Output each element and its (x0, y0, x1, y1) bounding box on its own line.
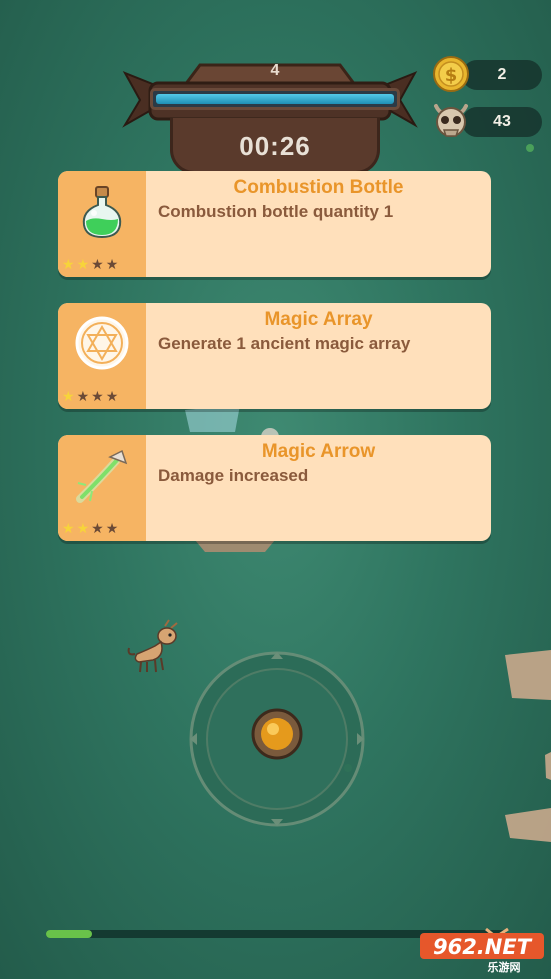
card-description: Damage increased (158, 466, 309, 485)
wave-number: 4 (270, 62, 280, 79)
virtual-joystick[interactable] (188, 650, 366, 828)
rating-stars: ★ ★ ★ ★ (62, 257, 118, 271)
upgrade-card-combustion-bottle[interactable]: ★ ★ ★ ★ Combustion Bottle Combustion bottle… (58, 171, 491, 277)
card-icon-panel: ★ ★ ★ ★ (58, 435, 146, 541)
magic-circle-icon (75, 316, 129, 370)
wave-progress-bar (150, 88, 400, 110)
timer-text: 00:26 (239, 131, 311, 161)
site-watermark: 962.NET 乐游网 (416, 925, 548, 974)
star-filled-icon: ★ (76, 256, 90, 272)
card-title: Magic Arrow (261, 441, 376, 462)
rating-stars: ★ ★ ★ ★ (62, 389, 118, 403)
star-empty-icon: ★ (76, 388, 90, 404)
experience-fill (46, 930, 92, 938)
star-filled-icon: ★ (62, 388, 75, 404)
star-empty-icon: ★ (105, 256, 119, 272)
svg-text:$: $ (445, 65, 458, 86)
potion-bottle-icon (82, 186, 122, 239)
star-empty-icon: ★ (105, 520, 119, 536)
upgrade-card-magic-array[interactable]: ★ ★ ★ ★ Magic Array Generate 1 ancient magi… (58, 303, 491, 409)
kill-counter: 43 (462, 107, 542, 137)
star-filled-icon: ★ (62, 256, 75, 272)
star-empty-icon: ★ (91, 256, 104, 272)
svg-text:乐游网: 乐游网 (488, 960, 521, 973)
demon-skull-icon (434, 104, 468, 137)
card-icon-panel: ★ ★ ★ ★ (58, 303, 146, 409)
card-icon-panel: ★ ★ ★ ★ (58, 171, 146, 277)
wave-progress-fill (156, 94, 394, 104)
deer-creature-icon (127, 619, 178, 673)
gold-coin-icon: $ (433, 56, 469, 92)
card-description: Generate 1 ancient magic array (158, 334, 411, 353)
card-title: Combustion Bottle (233, 177, 404, 198)
rating-stars: ★ ★ ★ ★ (62, 521, 118, 535)
card-title: Magic Array (264, 309, 373, 330)
coin-counter: 2 (462, 60, 542, 90)
star-filled-icon: ★ (62, 520, 75, 536)
star-empty-icon: ★ (105, 388, 119, 404)
watermark-logo: 962.NET 乐游网 (420, 927, 544, 974)
star-filled-icon: ★ (76, 520, 90, 536)
star-empty-icon: ★ (91, 388, 104, 404)
kill-count: 43 (493, 113, 511, 130)
upgrade-card-magic-arrow[interactable]: ★ ★ ★ ★ Magic Arrow Damage increased (58, 435, 491, 541)
coin-count: 2 (497, 66, 507, 83)
card-description: Combustion bottle quantity 1 (158, 202, 394, 221)
star-empty-icon: ★ (91, 520, 104, 536)
svg-text:962.NET: 962.NET (433, 935, 533, 959)
magic-arrow-icon (76, 449, 128, 503)
